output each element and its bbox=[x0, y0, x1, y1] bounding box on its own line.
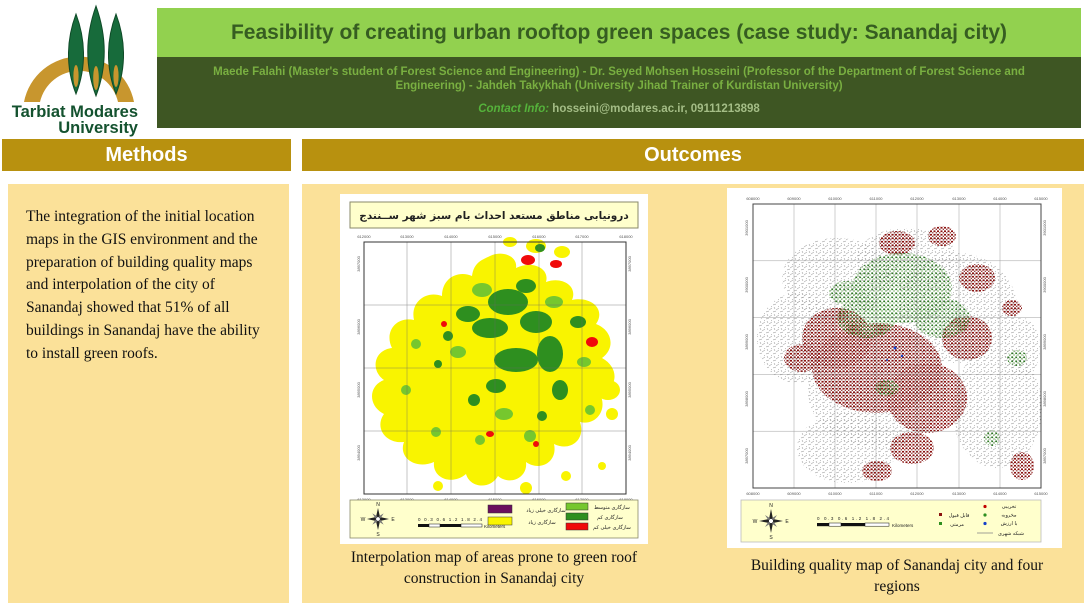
university-logo-icon: Tarbiat Modares University bbox=[10, 4, 156, 138]
svg-text:608000: 608000 bbox=[746, 196, 760, 201]
svg-text:3896000: 3896000 bbox=[627, 318, 632, 334]
interpolation-map-image: درونیابی مناطق مستعد احداث بام سبز شهر س… bbox=[340, 194, 648, 544]
svg-text:618000: 618000 bbox=[619, 234, 633, 239]
legend-label: سازگاری کم bbox=[597, 514, 623, 521]
svg-text:قابل قبول: قابل قبول bbox=[949, 513, 970, 519]
svg-text:3898000: 3898000 bbox=[744, 390, 749, 406]
title-band: Feasibility of creating urban rooftop gr… bbox=[157, 8, 1081, 57]
svg-text:3898000: 3898000 bbox=[1042, 390, 1047, 406]
building-quality-map-figure: 608000 609000 610000 611000 612000 61300… bbox=[727, 188, 1062, 548]
svg-text:3895000: 3895000 bbox=[356, 381, 361, 397]
svg-text:610000: 610000 bbox=[828, 491, 842, 496]
legend-swatch bbox=[566, 503, 588, 510]
svg-text:3897000: 3897000 bbox=[1042, 447, 1047, 463]
svg-text:مرمتی: مرمتی bbox=[950, 522, 964, 528]
svg-text:مخروبه: مخروبه bbox=[1001, 513, 1016, 519]
svg-text:617000: 617000 bbox=[575, 234, 589, 239]
authors-text: Maede Falahi (Master's student of Forest… bbox=[179, 65, 1059, 94]
map1-legend-strip: N S W E 0 0.3 0.6 1.2 1.8 2.4 Kilometers bbox=[350, 500, 638, 538]
svg-text:615000: 615000 bbox=[1034, 491, 1048, 496]
svg-text:3900000: 3900000 bbox=[1042, 276, 1047, 292]
svg-text:613000: 613000 bbox=[952, 491, 966, 496]
svg-text:W: W bbox=[753, 519, 758, 525]
authors-band: Maede Falahi (Master's student of Forest… bbox=[157, 57, 1081, 128]
svg-text:3900000: 3900000 bbox=[744, 276, 749, 292]
svg-text:614000: 614000 bbox=[993, 491, 1007, 496]
svg-text:615000: 615000 bbox=[1034, 196, 1048, 201]
svg-text:0 0.3 0.6 1.2 1.8 2.4: 0 0.3 0.6 1.2 1.8 2.4 bbox=[418, 517, 482, 522]
svg-text:با ارزش: با ارزش bbox=[1001, 521, 1018, 527]
logo-trees bbox=[68, 6, 123, 96]
methods-paragraph: The integration of the initial location … bbox=[26, 206, 271, 365]
svg-text:3896000: 3896000 bbox=[356, 318, 361, 334]
legend-swatch bbox=[566, 523, 588, 530]
contact-line: Contact Info: hosseini@modares.ac.ir, 09… bbox=[478, 103, 760, 115]
svg-text:612000: 612000 bbox=[910, 196, 924, 201]
tarbiat-modares-logo: Tarbiat Modares University bbox=[10, 4, 156, 138]
contact-label: Contact Info: bbox=[478, 103, 549, 115]
svg-text:611000: 611000 bbox=[869, 196, 883, 201]
svg-text:615000: 615000 bbox=[488, 234, 502, 239]
svg-text:612000: 612000 bbox=[357, 234, 371, 239]
legend-label: سازگاری خیلی زیاد bbox=[526, 507, 566, 514]
logo-text-line2: University bbox=[58, 119, 139, 137]
methods-section-label: Methods bbox=[105, 144, 187, 167]
outcomes-section-label: Outcomes bbox=[644, 144, 742, 167]
poster-page: Tarbiat Modares University Feasibility o… bbox=[0, 0, 1084, 606]
legend-swatch bbox=[566, 513, 588, 520]
svg-text:616000: 616000 bbox=[532, 234, 546, 239]
contact-value: hosseini@modares.ac.ir, 09111213898 bbox=[552, 103, 760, 115]
svg-text:N: N bbox=[376, 502, 380, 508]
svg-text:شبکه شهری: شبکه شهری bbox=[998, 531, 1024, 537]
svg-text:613000: 613000 bbox=[952, 196, 966, 201]
svg-text:3897000: 3897000 bbox=[356, 255, 361, 271]
svg-text:3899000: 3899000 bbox=[744, 333, 749, 349]
poster-title: Feasibility of creating urban rooftop gr… bbox=[231, 21, 1007, 44]
svg-text:3894000: 3894000 bbox=[627, 444, 632, 460]
svg-text:3897000: 3897000 bbox=[744, 447, 749, 463]
svg-text:3895000: 3895000 bbox=[627, 381, 632, 397]
svg-text:3901000: 3901000 bbox=[1042, 219, 1047, 235]
legend-swatch bbox=[488, 517, 512, 525]
methods-section-header: Methods bbox=[2, 139, 291, 171]
svg-text:3899000: 3899000 bbox=[1042, 333, 1047, 349]
svg-text:0 0.3 0.6 1.2 1.8 2.4: 0 0.3 0.6 1.2 1.8 2.4 bbox=[817, 516, 889, 521]
interpolation-map-figure: درونیابی مناطق مستعد احداث بام سبز شهر س… bbox=[340, 194, 648, 544]
legend-label: سازگاری زیاد bbox=[528, 519, 556, 526]
svg-text:614000: 614000 bbox=[993, 196, 1007, 201]
outcomes-section-header: Outcomes bbox=[302, 139, 1084, 171]
legend-swatch bbox=[488, 505, 512, 513]
svg-text:608000: 608000 bbox=[746, 491, 760, 496]
svg-text:613000: 613000 bbox=[400, 234, 414, 239]
svg-text:3894000: 3894000 bbox=[356, 444, 361, 460]
svg-text:تخریبی: تخریبی bbox=[1002, 504, 1017, 510]
map1-caption: Interpolation map of areas prone to gree… bbox=[336, 548, 652, 590]
svg-text:N: N bbox=[769, 503, 773, 509]
svg-text:614000: 614000 bbox=[444, 234, 458, 239]
svg-text:3897000: 3897000 bbox=[627, 255, 632, 271]
svg-text:3901000: 3901000 bbox=[744, 219, 749, 235]
svg-text:609000: 609000 bbox=[787, 196, 801, 201]
methods-panel: The integration of the initial location … bbox=[8, 184, 289, 603]
svg-text:W: W bbox=[361, 517, 366, 523]
map1-legend-col2: سازگاری متوسط سازگاری کم سازگاری خیلی کم bbox=[566, 503, 631, 531]
svg-text:612000: 612000 bbox=[910, 491, 924, 496]
map2-legend-strip: N S W E 0 0.3 0.6 1.2 1.8 2.4 Kilometers bbox=[741, 500, 1041, 542]
svg-text:610000: 610000 bbox=[828, 196, 842, 201]
svg-text:Kilometers: Kilometers bbox=[892, 523, 914, 528]
svg-text:609000: 609000 bbox=[787, 491, 801, 496]
map2-caption: Building quality map of Sanandaj city an… bbox=[747, 556, 1047, 598]
building-quality-map-image: 608000 609000 610000 611000 612000 61300… bbox=[727, 188, 1062, 548]
svg-text:611000: 611000 bbox=[869, 491, 883, 496]
map1-title-farsi: درونیابی مناطق مستعد احداث بام سبز شهر س… bbox=[359, 210, 629, 222]
legend-label: سازگاری متوسط bbox=[594, 504, 630, 511]
legend-label: سازگاری خیلی کم bbox=[593, 524, 631, 531]
